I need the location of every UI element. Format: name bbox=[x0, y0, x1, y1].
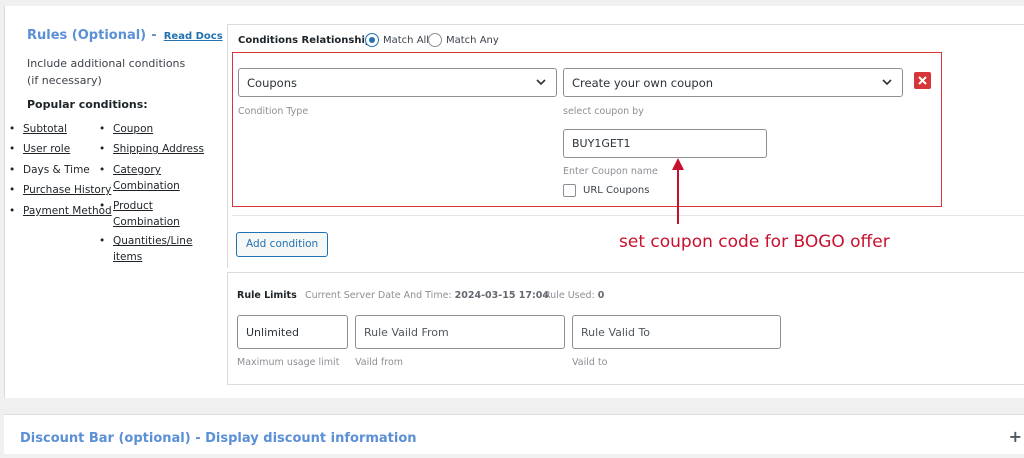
condition-link-user-role[interactable]: User role bbox=[9, 141, 70, 157]
condition-type-select[interactable]: Coupons bbox=[238, 68, 557, 97]
popular-conditions-heading: Popular conditions: bbox=[27, 98, 148, 111]
coupon-source-value: Create your own coupon bbox=[572, 76, 714, 90]
section-divider bbox=[232, 215, 1024, 216]
annotation-arrow bbox=[672, 158, 684, 224]
match-all-label: Match All bbox=[383, 35, 430, 46]
server-time-label: Current Server Date And Time: bbox=[305, 290, 452, 301]
server-time: Current Server Date And Time: 2024-03-15… bbox=[305, 290, 549, 301]
coupon-name-input[interactable]: BUY1GET1 bbox=[563, 129, 767, 158]
rules-title: Rules (Optional) bbox=[27, 28, 147, 43]
condition-link-coupon[interactable]: Coupon bbox=[99, 121, 153, 137]
conditions-relationship-label: Conditions Relationship bbox=[238, 35, 373, 46]
annotation-text: set coupon code for BOGO offer bbox=[619, 232, 890, 252]
chevron-down-icon bbox=[882, 79, 892, 86]
valid-from-input[interactable]: Rule Vaild From bbox=[355, 315, 565, 349]
valid-to-input[interactable]: Rule Valid To bbox=[572, 315, 781, 349]
rules-description: Include additional conditions (if necess… bbox=[27, 57, 186, 87]
rule-used-label: Rule Used: bbox=[544, 290, 595, 301]
rule-used-value: 0 bbox=[597, 290, 605, 301]
discount-bar-section[interactable]: Discount Bar (optional) - Display discou… bbox=[4, 414, 1024, 454]
valid-to-hint: Vaild to bbox=[572, 357, 608, 368]
condition-link-purchase-history[interactable]: Purchase History bbox=[9, 182, 111, 198]
valid-from-hint: Vaild from bbox=[355, 357, 404, 368]
coupon-source-select[interactable]: Create your own coupon bbox=[563, 68, 903, 97]
server-time-value: 2024-03-15 17:04 bbox=[454, 290, 549, 301]
usage-limit-input[interactable]: Unlimited bbox=[237, 315, 348, 349]
usage-limit-hint: Maximum usage limit bbox=[237, 357, 340, 368]
add-condition-button[interactable]: Add condition bbox=[236, 232, 329, 257]
rules-heading: Rules (Optional) - Read Docs bbox=[27, 24, 223, 43]
rule-limits-title: Rule Limits bbox=[237, 290, 297, 301]
chevron-down-icon bbox=[536, 79, 546, 86]
title-dash: - bbox=[151, 28, 157, 43]
match-any-label: Match Any bbox=[446, 35, 499, 46]
rules-sidebar: Rules (Optional) - Read Docs Include add… bbox=[27, 24, 223, 111]
condition-link-shipping-address[interactable]: Shipping Address bbox=[99, 141, 204, 157]
rule-limits-section: Rule Limits Current Server Date And Time… bbox=[227, 272, 1024, 385]
condition-link-quantities[interactable]: Quantities/Line items bbox=[99, 233, 209, 265]
condition-link-product-combination[interactable]: Product Combination bbox=[99, 198, 193, 230]
url-coupons-checkbox[interactable] bbox=[563, 184, 576, 197]
condition-type-value: Coupons bbox=[247, 76, 297, 90]
expand-plus-icon[interactable]: + bbox=[1009, 427, 1022, 446]
condition-item-days-time: Days & Time bbox=[9, 162, 90, 178]
match-any-radio[interactable] bbox=[428, 33, 442, 47]
close-icon bbox=[918, 76, 927, 85]
condition-link-category-combination[interactable]: Category Combination bbox=[99, 162, 193, 194]
url-coupons-label: URL Coupons bbox=[583, 185, 650, 196]
discount-bar-title: Discount Bar (optional) - Display discou… bbox=[20, 431, 417, 446]
remove-condition-button[interactable] bbox=[914, 72, 931, 89]
coupon-name-hint: Enter Coupon name bbox=[563, 166, 658, 177]
coupon-source-hint: select coupon by bbox=[563, 106, 644, 117]
rule-used: Rule Used: 0 bbox=[544, 290, 604, 301]
condition-row-highlight: Coupons Condition Type Create your own c… bbox=[232, 52, 942, 207]
condition-link-subtotal[interactable]: Subtotal bbox=[9, 121, 67, 137]
read-docs-link[interactable]: Read Docs bbox=[164, 31, 223, 42]
condition-type-hint: Condition Type bbox=[238, 106, 309, 117]
rules-panel: Rules (Optional) - Read Docs Include add… bbox=[4, 6, 1024, 398]
match-all-radio[interactable] bbox=[365, 33, 379, 47]
